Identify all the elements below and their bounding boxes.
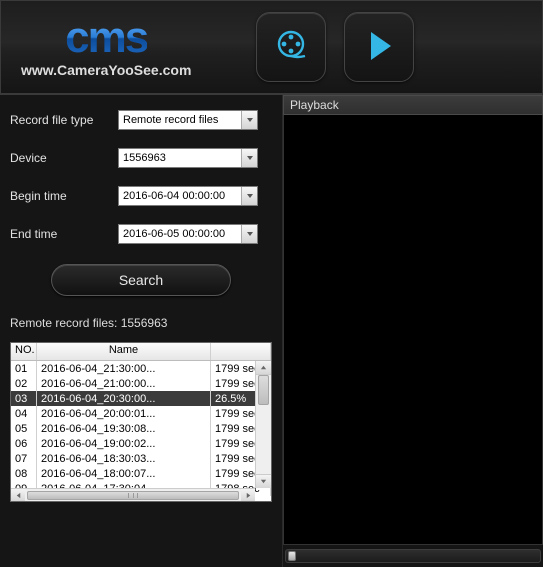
play-icon xyxy=(359,26,399,69)
app-header: cms www.CameraYooSee.com xyxy=(0,0,543,95)
vertical-scrollbar[interactable] xyxy=(255,361,271,488)
cell-no: 05 xyxy=(11,421,37,436)
brand-url: www.CameraYooSee.com xyxy=(21,62,191,78)
record-mode-button[interactable] xyxy=(256,12,326,82)
table-row[interactable]: 032016-06-04_20:30:00...26.5% xyxy=(11,391,271,406)
cell-no: 08 xyxy=(11,466,37,481)
search-button[interactable]: Search xyxy=(51,264,231,296)
chevron-down-icon[interactable] xyxy=(241,149,257,167)
record-type-value: Remote record files xyxy=(123,114,218,126)
cell-name: 2016-06-04_21:30:00... xyxy=(37,361,211,376)
header-buttons xyxy=(256,12,414,82)
table-row[interactable]: 062016-06-04_19:00:02...1799 sec xyxy=(11,436,271,451)
playback-title: Playback xyxy=(283,95,543,115)
device-value: 1556963 xyxy=(123,152,166,164)
end-time-value: 2016-06-05 00:00:00 xyxy=(123,228,225,240)
horizontal-scrollbar[interactable] xyxy=(11,488,255,501)
begin-time-value: 2016-06-04 00:00:00 xyxy=(123,190,225,202)
results-label: Remote record files: 1556963 xyxy=(10,316,272,330)
cell-no: 03 xyxy=(11,391,37,406)
cell-name: 2016-06-04_18:00:07... xyxy=(37,466,211,481)
chevron-down-icon[interactable] xyxy=(241,187,257,205)
table-row[interactable]: 082016-06-04_18:00:07...1799 sec xyxy=(11,466,271,481)
col-header-name[interactable]: Name xyxy=(37,343,211,360)
cell-no: 04 xyxy=(11,406,37,421)
playback-seek-slider[interactable] xyxy=(285,549,541,563)
table-body: 012016-06-04_21:30:00...1799 sec022016-0… xyxy=(11,361,271,501)
film-reel-icon xyxy=(271,26,311,69)
end-time-label: End time xyxy=(10,227,110,241)
cell-name: 2016-06-04_18:30:03... xyxy=(37,451,211,466)
device-label: Device xyxy=(10,151,110,165)
search-panel: Record file type Remote record files Dev… xyxy=(0,95,282,567)
seek-knob[interactable] xyxy=(288,551,296,561)
scroll-left-icon[interactable] xyxy=(11,489,25,501)
play-mode-button[interactable] xyxy=(344,12,414,82)
brand: cms www.CameraYooSee.com xyxy=(21,16,191,78)
scroll-right-icon[interactable] xyxy=(241,489,255,501)
cell-name: 2016-06-04_21:00:00... xyxy=(37,376,211,391)
search-button-label: Search xyxy=(119,272,163,288)
begin-time-label: Begin time xyxy=(10,189,110,203)
device-select[interactable]: 1556963 xyxy=(118,148,258,168)
end-time-input[interactable]: 2016-06-05 00:00:00 xyxy=(118,224,258,244)
begin-time-input[interactable]: 2016-06-04 00:00:00 xyxy=(118,186,258,206)
cell-no: 07 xyxy=(11,451,37,466)
chevron-down-icon[interactable] xyxy=(241,111,257,129)
cell-no: 06 xyxy=(11,436,37,451)
logo-text: cms xyxy=(65,16,147,60)
scroll-down-icon[interactable] xyxy=(256,474,271,488)
cell-name: 2016-06-04_19:00:02... xyxy=(37,436,211,451)
col-header-length[interactable] xyxy=(211,343,271,360)
table-row[interactable]: 022016-06-04_21:00:00...1799 sec xyxy=(11,376,271,391)
scroll-up-icon[interactable] xyxy=(256,361,271,375)
cell-name: 2016-06-04_20:30:00... xyxy=(37,391,211,406)
table-row[interactable]: 012016-06-04_21:30:00...1799 sec xyxy=(11,361,271,376)
table-row[interactable]: 052016-06-04_19:30:08...1799 sec xyxy=(11,421,271,436)
record-type-label: Record file type xyxy=(10,113,110,127)
table-header: NO. Name xyxy=(11,343,271,361)
col-header-no[interactable]: NO. xyxy=(11,343,37,360)
cell-no: 01 xyxy=(11,361,37,376)
cell-name: 2016-06-04_20:00:01... xyxy=(37,406,211,421)
cell-name: 2016-06-04_19:30:08... xyxy=(37,421,211,436)
table-row[interactable]: 042016-06-04_20:00:01...1799 sec xyxy=(11,406,271,421)
video-viewport[interactable] xyxy=(283,115,543,545)
table-row[interactable]: 072016-06-04_18:30:03...1799 sec xyxy=(11,451,271,466)
results-table: NO. Name 012016-06-04_21:30:00...1799 se… xyxy=(10,342,272,502)
scroll-thumb[interactable] xyxy=(27,491,239,500)
scroll-thumb[interactable] xyxy=(258,375,269,405)
cell-no: 02 xyxy=(11,376,37,391)
chevron-down-icon[interactable] xyxy=(241,225,257,243)
playback-panel: Playback xyxy=(282,95,543,567)
record-type-select[interactable]: Remote record files xyxy=(118,110,258,130)
